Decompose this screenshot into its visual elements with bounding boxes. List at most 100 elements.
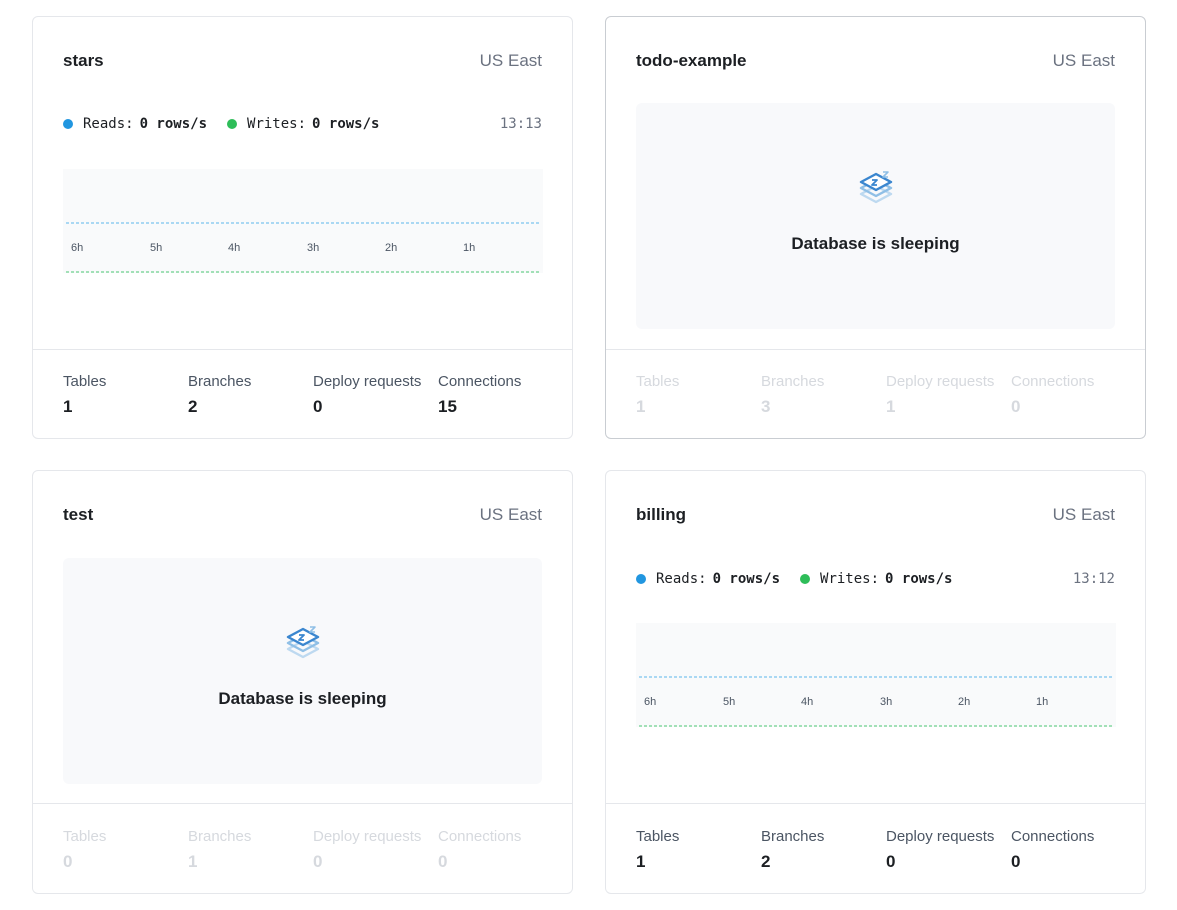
database-card-billing[interactable]: billing US East Reads: 0 rows/s Writes: … — [605, 470, 1146, 894]
writes-dot-icon — [227, 119, 238, 129]
stat-branches-label: Branches — [761, 373, 825, 390]
x-tick-2h: 2h — [958, 696, 970, 708]
stat-tables: Tables 1 — [636, 828, 761, 872]
x-tick-4h: 4h — [228, 242, 240, 254]
stat-tables: Tables 1 — [63, 373, 188, 417]
metrics-timestamp: 13:12 — [1072, 571, 1115, 587]
card-divider — [606, 349, 1145, 350]
stat-deploy-requests-label: Deploy requests — [313, 373, 422, 390]
stat-branches-value: 2 — [188, 397, 198, 416]
x-tick-6h: 6h — [644, 696, 656, 708]
stat-branches-label: Branches — [188, 828, 252, 845]
x-tick-4h: 4h — [801, 696, 813, 708]
chart-background — [63, 169, 543, 273]
writes-label: Writes: — [247, 116, 307, 132]
stat-branches-value: 2 — [761, 852, 771, 871]
x-tick-5h: 5h — [150, 242, 162, 254]
sleeping-message: Database is sleeping — [791, 234, 960, 253]
card-header: stars US East — [63, 50, 542, 72]
x-tick-1h: 1h — [1036, 696, 1048, 708]
stat-deploy-requests-value: 1 — [886, 397, 896, 416]
database-card-test[interactable]: test US East Database is sleeping Tables… — [32, 470, 573, 894]
stat-branches: Branches 2 — [761, 828, 886, 872]
database-region: US East — [479, 51, 542, 70]
stat-connections-label: Connections — [1011, 373, 1095, 390]
database-name[interactable]: billing — [636, 505, 686, 525]
card-header: billing US East — [636, 504, 1115, 526]
writes-dot-icon — [800, 574, 811, 584]
stat-tables: Tables 0 — [63, 828, 188, 872]
card-divider — [33, 349, 572, 350]
metrics-timestamp: 13:13 — [499, 116, 542, 132]
database-region: US East — [1052, 51, 1115, 70]
reads-value: 0 rows/s — [139, 116, 208, 132]
database-card-stars[interactable]: stars US East Reads: 0 rows/s Writes: 0 … — [32, 16, 573, 439]
stat-connections: Connections 15 — [438, 373, 563, 417]
writes-legend: Writes: 0 rows/s — [227, 116, 379, 132]
database-stats: Tables 0 Branches 1 Deploy requests 0 Co… — [63, 828, 572, 872]
stat-deploy-requests-label: Deploy requests — [886, 828, 995, 845]
x-tick-1h: 1h — [463, 242, 475, 254]
stat-tables: Tables 1 — [636, 373, 761, 417]
database-region: US East — [479, 505, 542, 524]
stat-branches-label: Branches — [188, 373, 252, 390]
database-stats: Tables 1 Branches 2 Deploy requests 0 Co… — [636, 828, 1145, 872]
stat-branches-value: 1 — [188, 852, 198, 871]
reads-label: Reads: — [83, 116, 134, 132]
x-tick-3h: 3h — [880, 696, 892, 708]
stat-deploy-requests: Deploy requests 0 — [886, 828, 1011, 872]
stat-connections: Connections 0 — [1011, 828, 1136, 872]
reads-legend: Reads: 0 rows/s — [636, 571, 780, 587]
stat-branches-label: Branches — [761, 828, 825, 845]
stat-tables-label: Tables — [63, 828, 107, 845]
database-sleeping-icon — [283, 626, 323, 671]
metrics-legend: Reads: 0 rows/s Writes: 0 rows/s 13:12 — [636, 569, 1115, 589]
database-name[interactable]: stars — [63, 51, 104, 71]
stat-tables-label: Tables — [636, 828, 680, 845]
database-name[interactable]: todo-example — [636, 51, 747, 71]
stat-branches-value: 3 — [761, 397, 771, 416]
card-divider — [606, 803, 1145, 804]
stat-deploy-requests-value: 0 — [313, 852, 323, 871]
database-card-todo-example[interactable]: todo-example US East Database is sleepin… — [605, 16, 1146, 439]
stat-connections-label: Connections — [438, 373, 522, 390]
sleeping-panel: Database is sleeping — [636, 103, 1115, 329]
card-divider — [33, 803, 572, 804]
x-tick-5h: 5h — [723, 696, 735, 708]
chart-background — [636, 623, 1116, 727]
stat-connections: Connections 0 — [438, 828, 563, 872]
sleeping-message: Database is sleeping — [218, 689, 387, 708]
rows-chart-svg: 6h 5h 4h 3h 2h 1h — [636, 623, 1116, 727]
x-tick-6h: 6h — [71, 242, 83, 254]
stat-connections-label: Connections — [1011, 828, 1095, 845]
stat-deploy-requests: Deploy requests 0 — [313, 828, 438, 872]
writes-label: Writes: — [820, 571, 880, 587]
rows-chart-svg: 6h 5h 4h 3h 2h 1h — [63, 169, 543, 273]
stat-connections-value: 0 — [438, 852, 448, 871]
stat-tables-value: 1 — [636, 397, 646, 416]
stat-tables-value: 1 — [63, 397, 73, 416]
stat-tables-label: Tables — [63, 373, 107, 390]
stat-connections: Connections 0 — [1011, 373, 1136, 417]
database-region: US East — [1052, 505, 1115, 524]
stat-branches: Branches 2 — [188, 373, 313, 417]
database-stats: Tables 1 Branches 3 Deploy requests 1 Co… — [636, 373, 1145, 417]
reads-dot-icon — [636, 574, 646, 584]
stat-connections-value: 0 — [1011, 852, 1021, 871]
writes-value: 0 rows/s — [885, 571, 953, 587]
card-header: todo-example US East — [636, 50, 1115, 72]
stat-connections-value: 0 — [1011, 397, 1021, 416]
stat-branches: Branches 1 — [188, 828, 313, 872]
reads-label: Reads: — [656, 571, 707, 587]
stat-branches: Branches 3 — [761, 373, 886, 417]
reads-value: 0 rows/s — [712, 571, 781, 587]
stat-deploy-requests-value: 0 — [313, 397, 323, 416]
stat-connections-value: 15 — [438, 397, 457, 416]
x-tick-3h: 3h — [307, 242, 319, 254]
rows-chart: 6h 5h 4h 3h 2h 1h — [636, 623, 1116, 727]
database-name[interactable]: test — [63, 505, 93, 525]
x-tick-2h: 2h — [385, 242, 397, 254]
writes-legend: Writes: 0 rows/s — [800, 571, 952, 587]
stat-tables-label: Tables — [636, 373, 680, 390]
stat-tables-value: 1 — [636, 852, 646, 871]
